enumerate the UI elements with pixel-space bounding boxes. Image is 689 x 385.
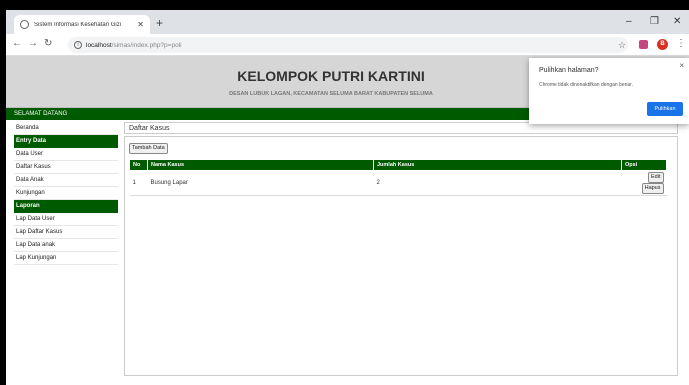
sidebar-section-entry-data: Entry Data xyxy=(14,135,118,148)
info-icon[interactable]: i xyxy=(74,41,82,49)
tab-close-icon[interactable]: ✕ xyxy=(137,20,144,29)
add-data-button[interactable]: Tambah Data xyxy=(129,143,168,154)
popup-title: Pulihkan halaman? xyxy=(539,67,599,74)
edit-button[interactable]: Edit xyxy=(648,172,664,183)
column-header-opsi: Opsi xyxy=(621,159,667,171)
sidebar-item-data-anak[interactable]: Data Anak xyxy=(14,174,118,187)
back-icon[interactable]: ← xyxy=(12,38,22,50)
cell-opsi: Edit Hapus xyxy=(621,170,667,196)
table-row: 1 Busung Lapar 2 Edit Hapus xyxy=(129,170,667,196)
forward-icon[interactable]: → xyxy=(28,38,38,50)
cell-no: 1 xyxy=(129,170,148,196)
bookmark-star-icon[interactable]: ☆ xyxy=(618,40,626,50)
url-path: /simas/index.php?p=poli xyxy=(111,41,182,49)
browser-window: Sistem Informasi Kesehatan Gizi ✕ + – ❐ … xyxy=(6,10,689,385)
sidebar-item-beranda[interactable]: Beranda xyxy=(14,122,118,135)
column-header-no: No xyxy=(129,159,148,171)
reload-icon[interactable]: ↻ xyxy=(44,38,52,50)
address-toolbar: ← → ↻ i localhost /simas/index.php?p=pol… xyxy=(6,34,689,56)
sidebar-item-kunjungan[interactable]: Kunjungan xyxy=(14,187,118,200)
url-host: localhost xyxy=(86,41,112,49)
main-content: Daftar Kasus Tambah Data No Nama Kasus J… xyxy=(124,122,678,376)
popup-close-icon[interactable]: × xyxy=(679,61,684,70)
extension-icon[interactable] xyxy=(639,40,648,49)
tab-strip: Sistem Informasi Kesehatan Gizi ✕ + – ❐ … xyxy=(6,10,689,34)
sidebar-item-lap-data-user[interactable]: Lap Data User xyxy=(14,213,118,226)
sidebar-section-laporan: Laporan xyxy=(14,200,118,213)
address-bar[interactable]: i localhost /simas/index.php?p=poli xyxy=(68,37,628,53)
column-header-nama-kasus: Nama Kasus xyxy=(147,159,374,171)
sidebar-item-lap-kunjungan[interactable]: Lap Kunjungan xyxy=(14,252,118,265)
delete-button[interactable]: Hapus xyxy=(641,183,664,194)
profile-avatar[interactable]: B xyxy=(657,39,668,50)
minimize-button[interactable]: – xyxy=(626,16,632,28)
window-close-button[interactable]: ✕ xyxy=(673,16,681,28)
maximize-button[interactable]: ❐ xyxy=(650,16,659,28)
popup-message: Chrome tidak dinonaktifkan dengan benar. xyxy=(539,82,633,88)
sidebar-item-lap-daftar-kasus[interactable]: Lap Daftar Kasus xyxy=(14,226,118,239)
content-panel: Tambah Data No Nama Kasus Jumlah Kasus O… xyxy=(124,136,678,376)
tab-title: Sistem Informasi Kesehatan Gizi xyxy=(34,21,122,28)
browser-tab[interactable]: Sistem Informasi Kesehatan Gizi ✕ xyxy=(14,15,150,34)
cell-jumlah-kasus: 2 xyxy=(373,170,622,196)
restore-button[interactable]: Pulihkan xyxy=(647,102,683,116)
new-tab-button[interactable]: + xyxy=(156,16,163,30)
cases-table: No Nama Kasus Jumlah Kasus Opsi 1 Busung… xyxy=(129,159,667,196)
sidebar-item-daftar-kasus[interactable]: Daftar Kasus xyxy=(14,161,118,174)
sidebar-item-data-user[interactable]: Data User xyxy=(14,148,118,161)
cell-nama-kasus: Busung Lapar xyxy=(147,170,374,196)
restore-pages-popup: × Pulihkan halaman? Chrome tidak dinonak… xyxy=(529,58,689,124)
sidebar-menu: Beranda Entry Data Data User Daftar Kasu… xyxy=(14,122,118,265)
menu-kebab-icon[interactable]: ⋮ xyxy=(676,38,686,50)
column-header-jumlah-kasus: Jumlah Kasus xyxy=(373,159,622,171)
sidebar-item-lap-data-anak[interactable]: Lap Data anak xyxy=(14,239,118,252)
favicon-icon xyxy=(20,20,29,29)
table-header-row: No Nama Kasus Jumlah Kasus Opsi xyxy=(129,159,667,171)
